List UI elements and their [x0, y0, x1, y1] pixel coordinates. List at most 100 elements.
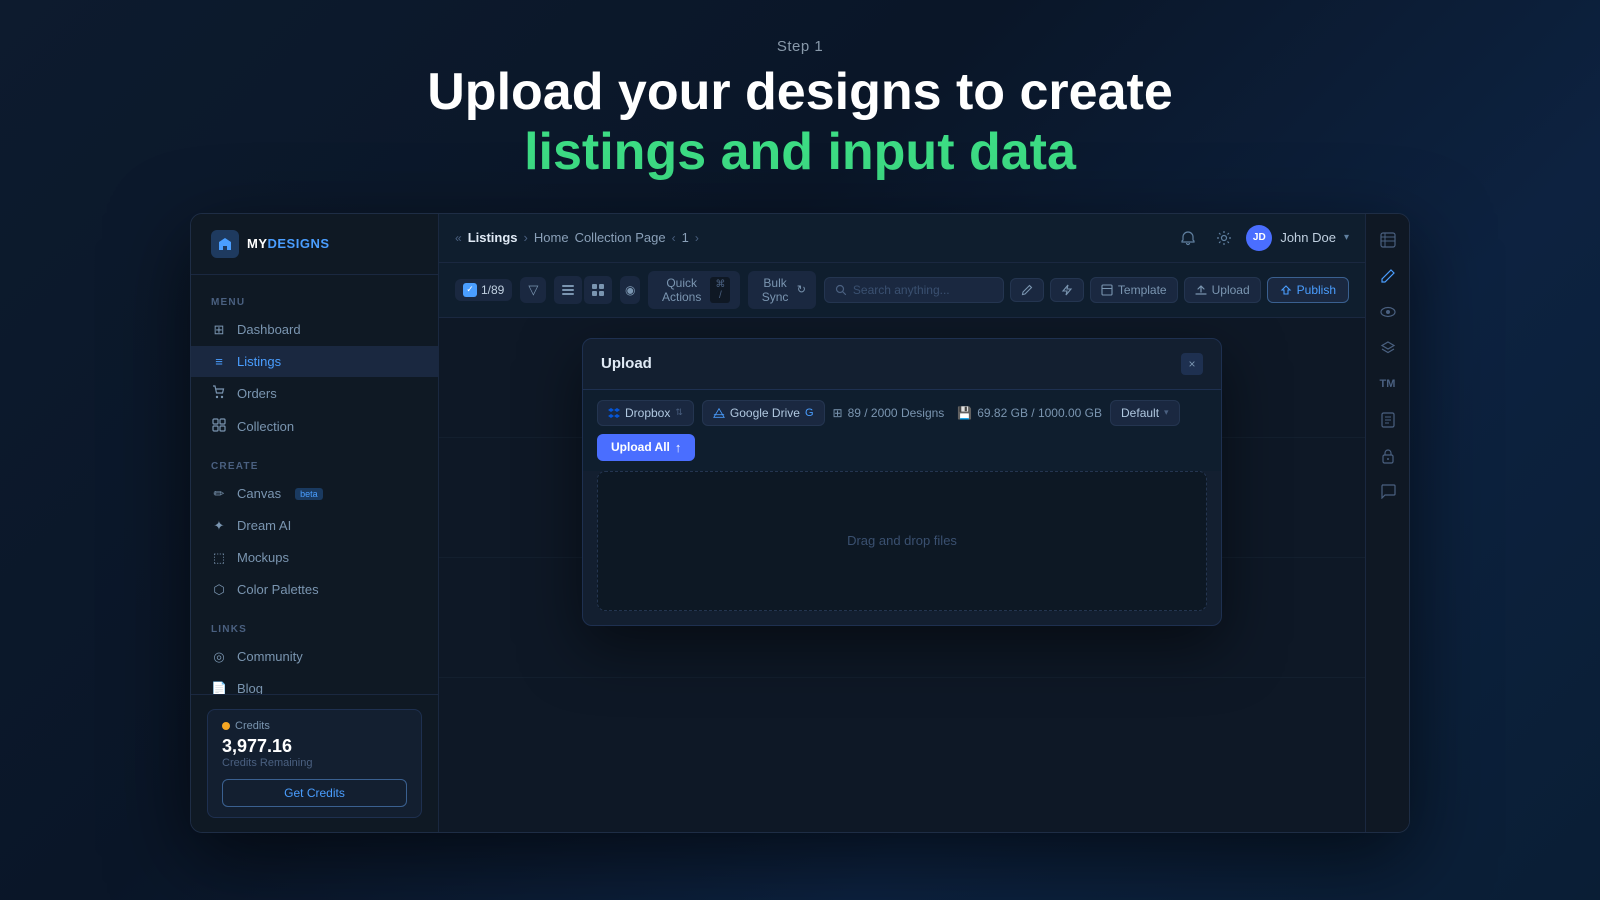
upload-all-button[interactable]: Upload All ↑: [597, 434, 695, 461]
modal-header: Upload ×: [583, 339, 1221, 390]
sidebar-item-dream-ai[interactable]: ✦ Dream AI: [191, 510, 438, 542]
google-icon: G: [805, 407, 814, 419]
color-palettes-icon: ⬡: [211, 582, 227, 598]
template-label: Template: [1118, 283, 1167, 297]
right-panel-text-icon[interactable]: TM: [1372, 368, 1404, 400]
sidebar-item-collection[interactable]: Collection: [191, 410, 438, 443]
topbar-actions: JD John Doe ▾: [1174, 224, 1349, 252]
template-button[interactable]: Template: [1090, 277, 1178, 303]
get-credits-button[interactable]: Get Credits: [222, 779, 407, 807]
links-section-label: LINKS: [191, 616, 438, 641]
upload-modal: Upload × Dropbox ⇅: [582, 338, 1222, 626]
breadcrumb-home[interactable]: Home: [534, 230, 569, 245]
sidebar-item-listings-label: Listings: [237, 354, 281, 369]
grid-view-button[interactable]: [584, 276, 612, 304]
right-panel-table-icon[interactable]: [1372, 224, 1404, 256]
dashboard-icon: ⊞: [211, 322, 227, 338]
right-panel-chat-icon[interactable]: [1372, 476, 1404, 508]
sidebar-item-listings[interactable]: ≡ Listings: [191, 346, 438, 377]
search-box[interactable]: Search anything...: [824, 277, 1004, 303]
sidebar-item-canvas-label: Canvas: [237, 486, 281, 501]
sidebar-logo[interactable]: MYDESIGNS: [191, 214, 438, 275]
blog-icon: 📄: [211, 681, 227, 694]
search-placeholder: Search anything...: [853, 283, 950, 297]
sidebar-item-community[interactable]: ◎ Community: [191, 641, 438, 673]
breadcrumb-page[interactable]: Collection Page: [575, 230, 666, 245]
toolbar-right: Search anything...: [824, 277, 1349, 303]
dropbox-button[interactable]: Dropbox ⇅: [597, 400, 694, 426]
topbar: « Listings › Home Collection Page ‹ 1 ›: [439, 214, 1365, 263]
orders-icon: [211, 385, 227, 402]
user-avatar: JD: [1246, 225, 1272, 251]
menu-section-label: MENU: [191, 289, 438, 314]
main-content: « Listings › Home Collection Page ‹ 1 ›: [439, 214, 1365, 832]
notifications-button[interactable]: [1174, 224, 1202, 252]
lightning-icon: [1061, 284, 1073, 296]
upload-icon: [1195, 284, 1207, 296]
upload-label: Upload: [1212, 283, 1250, 297]
modal-close-button[interactable]: ×: [1181, 353, 1203, 375]
app-window: MYDESIGNS MENU ⊞ Dashboard ≡ Listings: [190, 213, 1410, 833]
default-select[interactable]: Default ▾: [1110, 400, 1180, 426]
breadcrumb-collapse-icon[interactable]: «: [455, 231, 462, 245]
publish-button[interactable]: Publish: [1267, 277, 1349, 303]
lightning-button[interactable]: [1050, 278, 1084, 302]
breadcrumb-listings[interactable]: Listings: [468, 230, 518, 245]
mockups-icon: ⬚: [211, 550, 227, 566]
upload-button[interactable]: Upload: [1184, 277, 1261, 303]
sidebar-item-color-palettes-label: Color Palettes: [237, 582, 319, 597]
google-drive-icon: [713, 407, 725, 419]
sidebar-item-blog[interactable]: 📄 Blog: [191, 673, 438, 694]
view-toggle: [554, 276, 612, 304]
edit-button[interactable]: [1010, 278, 1044, 302]
sidebar-item-orders[interactable]: Orders: [191, 377, 438, 410]
dream-ai-icon: ✦: [211, 518, 227, 534]
list-view-button[interactable]: [554, 276, 582, 304]
sidebar-nav: MENU ⊞ Dashboard ≡ Listings Orders: [191, 275, 438, 694]
bulk-sync-button[interactable]: Bulk Sync ↻: [748, 271, 815, 309]
storage-icon: 💾: [957, 406, 972, 420]
dropbox-icon: [608, 407, 620, 419]
sidebar-item-dashboard[interactable]: ⊞ Dashboard: [191, 314, 438, 346]
right-panel-edit-icon[interactable]: [1372, 260, 1404, 292]
right-panel-doc-icon[interactable]: [1372, 404, 1404, 436]
google-drive-button[interactable]: Google Drive G: [702, 400, 825, 426]
quick-actions-shortcut: ⌘ /: [710, 277, 730, 303]
credits-card: Credits 3,977.16 Credits Remaining Get C…: [207, 709, 422, 818]
sidebar-item-color-palettes[interactable]: ⬡ Color Palettes: [191, 574, 438, 606]
drag-drop-text: Drag and drop files: [847, 533, 957, 548]
right-panel-eye-icon[interactable]: [1372, 296, 1404, 328]
right-panel-lock-icon[interactable]: [1372, 440, 1404, 472]
quick-actions-button[interactable]: Quick Actions ⌘ /: [648, 271, 740, 309]
designs-stats: ⊞ 89 / 2000 Designs 💾 69.82 GB / 1000.00…: [833, 406, 1103, 420]
credits-label: Credits: [222, 720, 407, 732]
logo-text: MYDESIGNS: [247, 236, 330, 251]
canvas-icon: ✏: [211, 486, 227, 502]
select-all-checkbox[interactable]: ✓: [463, 283, 477, 297]
breadcrumb-prev-icon[interactable]: ‹: [672, 231, 676, 245]
default-label: Default: [1121, 406, 1159, 420]
user-dropdown-icon[interactable]: ▾: [1344, 232, 1349, 243]
sidebar-item-mockups[interactable]: ⬚ Mockups: [191, 542, 438, 574]
modal-overlay: Upload × Dropbox ⇅: [439, 318, 1365, 832]
settings-button[interactable]: [1210, 224, 1238, 252]
drop-zone[interactable]: Drag and drop files: [597, 471, 1207, 611]
step-label: Step 1: [0, 38, 1600, 55]
content-area: Upload × Dropbox ⇅: [439, 318, 1365, 832]
credits-dot: [222, 722, 230, 730]
username-label[interactable]: John Doe: [1280, 230, 1336, 245]
sidebar: MYDESIGNS MENU ⊞ Dashboard ≡ Listings: [191, 214, 439, 832]
hero-section: Step 1 Upload your designs to create lis…: [0, 0, 1600, 213]
select-all-group[interactable]: ✓ 1/89: [455, 279, 512, 301]
status-filter-button[interactable]: ◉: [620, 276, 640, 304]
breadcrumb-sep1: ›: [524, 230, 528, 245]
search-icon: [835, 284, 847, 296]
sidebar-item-blog-label: Blog: [237, 681, 263, 694]
toolbar: ✓ 1/89 ▽: [439, 263, 1365, 318]
breadcrumb-next-icon[interactable]: ›: [695, 231, 699, 245]
sidebar-item-canvas[interactable]: ✏ Canvas beta: [191, 478, 438, 510]
designs-list-icon: ⊞: [833, 406, 843, 420]
right-panel-layers-icon[interactable]: [1372, 332, 1404, 364]
dropbox-chevron: ⇅: [675, 407, 683, 418]
filter-button[interactable]: ▽: [520, 277, 546, 303]
